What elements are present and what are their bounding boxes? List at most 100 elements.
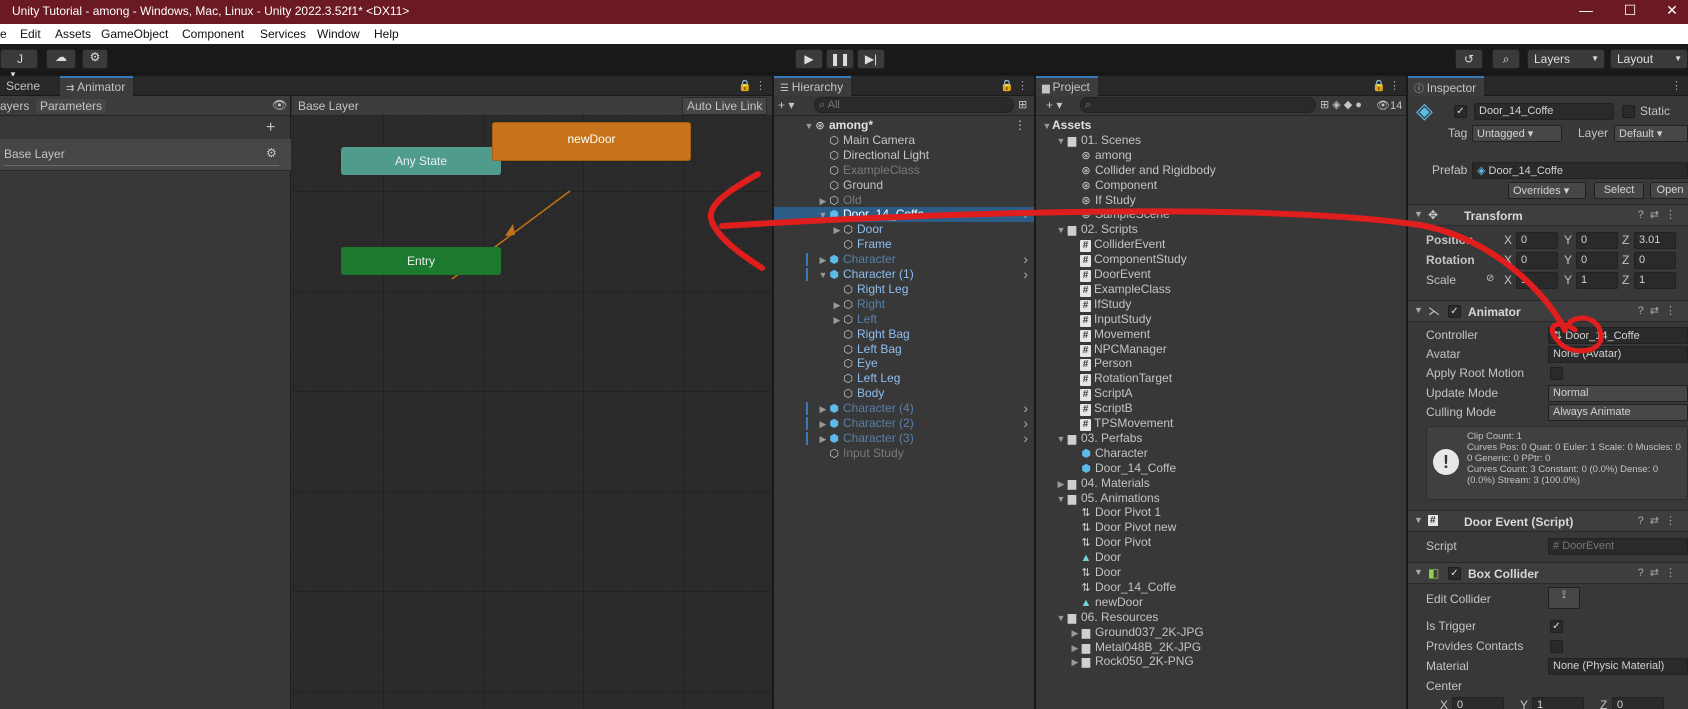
project-item[interactable]: ▼ ▆ 05. Animations	[1036, 491, 1406, 506]
project-item[interactable]: ⊛ among	[1036, 148, 1406, 163]
tab-layers[interactable]: ayers	[0, 99, 29, 113]
project-item[interactable]: # DoorEvent	[1036, 267, 1406, 282]
chevron-right-icon[interactable]: ▶	[832, 298, 842, 313]
axis-y-label[interactable]: Y	[1520, 698, 1528, 709]
menu-edit[interactable]: Edit	[20, 27, 41, 41]
open-prefab-icon[interactable]: ›	[1023, 207, 1028, 222]
center-z-field[interactable]: 0	[1612, 697, 1664, 709]
project-item[interactable]: ▼ ▆ 03. Perfabs	[1036, 431, 1406, 446]
axis-x-label[interactable]: X	[1440, 698, 1448, 709]
hierarchy-item[interactable]: ▶ ⬢ Character (4) ›	[774, 401, 1034, 416]
hierarchy-item[interactable]: ⬡ Right Leg	[774, 282, 1034, 297]
search-by-type-icon[interactable]: ⊞ ◈ ◆ ●	[1320, 98, 1362, 111]
chevron-right-icon[interactable]: ▶	[1070, 641, 1080, 656]
create-asset-button[interactable]: + ▾	[1046, 98, 1062, 112]
project-item[interactable]: ⇅ Door Pivot	[1036, 535, 1406, 550]
chevron-right-icon[interactable]: ▶	[832, 223, 842, 238]
minimize-button[interactable]: —	[1576, 2, 1596, 22]
axis-y-label[interactable]: Y	[1564, 273, 1572, 287]
hidden-packages-icon[interactable]: 👁14	[1376, 99, 1402, 112]
hierarchy-item[interactable]: ⬡ Frame	[774, 237, 1034, 252]
project-item[interactable]: ⇅ Door Pivot new	[1036, 520, 1406, 535]
project-item[interactable]: # TPSMovement	[1036, 416, 1406, 431]
chevron-down-icon[interactable]: ▼	[1056, 134, 1066, 149]
project-item[interactable]: # ExampleClass	[1036, 282, 1406, 297]
project-item[interactable]: ⬢ Door_14_Coffe	[1036, 461, 1406, 476]
account-dropdown[interactable]: J ▼	[0, 49, 38, 79]
axis-z-label[interactable]: Z	[1622, 253, 1629, 267]
rotation-z-field[interactable]: 0	[1634, 252, 1676, 269]
is-trigger-checkbox[interactable]: ✓	[1550, 620, 1563, 633]
chevron-down-icon[interactable]: ▼	[818, 268, 828, 283]
any-state-node[interactable]: Any State	[341, 147, 501, 175]
select-button[interactable]: Select	[1594, 182, 1644, 199]
center-y-field[interactable]: 1	[1532, 697, 1584, 709]
scale-z-field[interactable]: 1	[1634, 272, 1676, 289]
object-name-field[interactable]: Door_14_Coffe	[1474, 103, 1614, 120]
controller-field[interactable]: ⇅ Door_14_Coffe	[1548, 327, 1688, 344]
menu-services[interactable]: Services	[260, 27, 306, 41]
hierarchy-item[interactable]: ▼ ⬢ Character (1) ›	[774, 267, 1034, 282]
project-item[interactable]: ▶ ▆ Metal048B_2K-JPG	[1036, 640, 1406, 655]
breadcrumb[interactable]: Base Layer	[298, 99, 359, 113]
collab-settings-button[interactable]: ⚙	[82, 49, 108, 69]
project-item[interactable]: ▼ ▆ 06. Resources	[1036, 610, 1406, 625]
hierarchy-item[interactable]: ⬡ Right Bag	[774, 327, 1034, 342]
open-prefab-icon[interactable]: ›	[1023, 430, 1028, 446]
chevron-right-icon[interactable]: ▶	[1070, 655, 1080, 670]
animator-graph[interactable]: Base Layer Auto Live Link Any State Entr…	[292, 96, 772, 709]
project-item[interactable]: # ColliderEvent	[1036, 237, 1406, 253]
project-item[interactable]: ▶ ▆ 04. Materials	[1036, 476, 1406, 491]
chevron-right-icon[interactable]: ▶	[818, 402, 828, 417]
layer-dropdown[interactable]: Default ▾	[1614, 125, 1688, 142]
tab-menu-icon[interactable]: 🔒 ⋮	[738, 79, 766, 92]
tag-dropdown[interactable]: Untagged ▾	[1472, 125, 1562, 142]
axis-y-label[interactable]: Y	[1564, 253, 1572, 267]
project-item[interactable]: ⊛ Component	[1036, 178, 1406, 193]
open-prefab-icon[interactable]: ›	[1023, 416, 1028, 431]
chevron-down-icon[interactable]: ▼	[818, 208, 828, 223]
scene-menu-icon[interactable]: ⋮	[1014, 118, 1026, 133]
axis-x-label[interactable]: X	[1504, 273, 1512, 287]
component-menu-icons[interactable]: ?⇄⋮	[1638, 514, 1682, 527]
hierarchy-item[interactable]: ▶ ⬡ Right	[774, 297, 1034, 312]
project-item[interactable]: ⇅ Door_14_Coffe	[1036, 580, 1406, 595]
component-menu-icons[interactable]: ?⇄⋮	[1638, 566, 1682, 579]
component-menu-icons[interactable]: ?⇄⋮	[1638, 304, 1682, 317]
menu-assets[interactable]: Assets	[55, 27, 91, 41]
tab-project[interactable]: ▆ Project	[1036, 76, 1098, 96]
project-item[interactable]: ⇅ Door	[1036, 565, 1406, 580]
project-item[interactable]: # NPCManager	[1036, 342, 1406, 357]
layout-dropdown[interactable]: Layout ▼	[1610, 49, 1688, 69]
project-item[interactable]: ▲ newDoor	[1036, 595, 1406, 610]
undo-history-button[interactable]: ↺	[1455, 49, 1483, 69]
hierarchy-item[interactable]: ⬡ Input Study	[774, 446, 1034, 461]
chevron-right-icon[interactable]: ▶	[818, 194, 828, 209]
hierarchy-item[interactable]: ▶ ⬡ Old	[774, 193, 1034, 208]
apply-root-motion-checkbox[interactable]	[1550, 367, 1563, 380]
hierarchy-item[interactable]: ⬡ Left Bag	[774, 342, 1034, 357]
position-z-field[interactable]: 3.01	[1634, 232, 1676, 249]
hierarchy-search-input[interactable]: ⌕ All	[814, 97, 1014, 113]
tab-animator[interactable]: ⇉ Animator	[60, 76, 134, 96]
culling-mode-dropdown[interactable]: Always Animate	[1548, 404, 1688, 421]
overrides-dropdown[interactable]: Overrides ▾	[1508, 182, 1586, 199]
project-item[interactable]: ▼ ▆ 02. Scripts	[1036, 222, 1406, 237]
material-field[interactable]: None (Physic Material)	[1548, 658, 1688, 675]
chevron-right-icon[interactable]: ▶	[1056, 477, 1066, 492]
hierarchy-item[interactable]: ⬡ Body	[774, 386, 1034, 401]
search-button[interactable]: ⌕	[1492, 49, 1520, 69]
tab-inspector[interactable]: ⓘ Inspector	[1408, 76, 1485, 96]
open-prefab-icon[interactable]: ›	[1023, 401, 1028, 416]
open-prefab-icon[interactable]: ›	[1023, 252, 1028, 267]
chevron-down-icon[interactable]: ▼	[1042, 119, 1052, 134]
tab-parameters[interactable]: Parameters	[36, 99, 107, 113]
project-item[interactable]: ▼ ▆ 01. Scenes	[1036, 133, 1406, 148]
chevron-down-icon[interactable]: ▼	[804, 119, 814, 134]
chevron-right-icon[interactable]: ▶	[818, 417, 828, 432]
eye-icon[interactable]: 👁	[272, 98, 287, 112]
play-button[interactable]: ▶	[795, 49, 823, 69]
gear-icon[interactable]: ⚙	[266, 146, 277, 160]
rotation-y-field[interactable]: 0	[1576, 252, 1618, 269]
animator-enabled-checkbox[interactable]: ✓	[1448, 305, 1461, 318]
